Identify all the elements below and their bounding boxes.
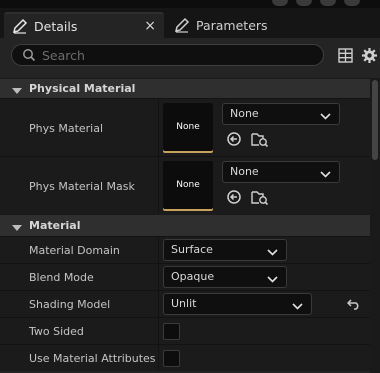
thumbnail-text: None <box>176 122 200 132</box>
chevron-down-icon <box>320 168 331 181</box>
search-icon <box>22 48 36 65</box>
table-view-icon[interactable] <box>338 48 353 66</box>
use-material-attributes-checkbox[interactable] <box>163 350 180 367</box>
property-row-two-sided: Two Sided <box>0 317 370 344</box>
column-divider <box>158 345 159 371</box>
use-selected-asset-icon[interactable] <box>226 189 242 208</box>
property-label: Material Domain <box>29 244 120 257</box>
chevron-down-icon <box>320 110 331 123</box>
pencil-icon <box>174 17 190 33</box>
column-divider <box>158 237 159 263</box>
chevron-down-icon <box>267 273 278 286</box>
asset-picker-value: None <box>230 107 259 120</box>
category-title: Material <box>29 219 81 232</box>
property-row-material-domain: Material Domain Surface <box>0 236 370 263</box>
column-divider <box>158 264 159 290</box>
use-selected-asset-icon[interactable] <box>226 131 242 150</box>
property-label: Blend Mode <box>29 271 94 284</box>
scrollbar-thumb[interactable] <box>372 80 378 160</box>
dropdown-value: Surface <box>171 243 213 256</box>
property-label: Use Material Attributes <box>29 352 156 365</box>
viewport-thumbnail <box>344 0 360 6</box>
property-row-blend-mode: Blend Mode Opaque <box>0 263 370 290</box>
tab-bar: Details × Parameters <box>0 8 380 38</box>
browse-asset-icon[interactable] <box>251 131 269 150</box>
pencil-icon <box>12 18 28 34</box>
property-label: Phys Material <box>29 122 104 135</box>
tab-parameters-label: Parameters <box>196 17 268 33</box>
caret-down-icon <box>12 85 22 98</box>
details-panel: Physical Material Phys Material None Non… <box>0 38 380 373</box>
property-row-phys-material-mask: Phys Material Mask None None <box>0 156 370 214</box>
phys-material-asset-picker[interactable]: None <box>222 103 340 125</box>
property-list: Physical Material Phys Material None Non… <box>0 78 370 371</box>
property-row-use-material-attributes: Use Material Attributes <box>0 344 370 371</box>
property-label: Phys Material Mask <box>29 180 135 193</box>
gear-icon[interactable] <box>361 47 378 67</box>
shading-model-dropdown[interactable]: Unlit <box>163 293 312 315</box>
chevron-down-icon <box>267 246 278 259</box>
search-row <box>0 38 380 72</box>
two-sided-checkbox[interactable] <box>163 323 180 340</box>
property-label: Two Sided <box>29 325 84 338</box>
category-title: Physical Material <box>29 82 136 95</box>
asset-thumbnail[interactable]: None <box>163 103 213 153</box>
column-divider <box>158 99 159 156</box>
viewport-thumbnail <box>296 0 312 6</box>
tab-details[interactable]: Details × <box>4 12 164 38</box>
asset-picker-value: None <box>230 165 259 178</box>
property-row-phys-material: Phys Material None None <box>0 98 370 156</box>
dropdown-value: Opaque <box>171 270 215 283</box>
scrollbar[interactable] <box>370 78 380 373</box>
category-material[interactable]: Material <box>0 214 370 236</box>
window-top-strip <box>0 0 380 8</box>
search-box[interactable] <box>11 44 324 66</box>
viewport-thumbnail <box>272 0 288 6</box>
tab-parameters[interactable]: Parameters <box>166 12 366 38</box>
search-input[interactable] <box>42 47 312 63</box>
browse-asset-icon[interactable] <box>251 189 269 208</box>
thumbnail-text: None <box>176 180 200 190</box>
asset-thumbnail[interactable]: None <box>163 161 213 211</box>
close-icon[interactable]: × <box>144 18 156 34</box>
property-row-shading-model: Shading Model Unlit <box>0 290 370 317</box>
category-physical-material[interactable]: Physical Material <box>0 78 370 98</box>
dropdown-value: Unlit <box>171 297 197 310</box>
tab-details-label: Details <box>34 18 78 34</box>
viewport-thumbnail <box>320 0 336 6</box>
phys-material-mask-asset-picker[interactable]: None <box>222 161 340 183</box>
reset-to-default-icon[interactable] <box>346 298 361 313</box>
column-divider <box>158 318 159 344</box>
property-label: Shading Model <box>29 298 111 311</box>
material-domain-dropdown[interactable]: Surface <box>163 239 287 261</box>
column-divider <box>158 291 159 317</box>
blend-mode-dropdown[interactable]: Opaque <box>163 266 287 288</box>
chevron-down-icon <box>292 300 303 313</box>
column-divider <box>158 157 159 214</box>
caret-down-icon <box>12 222 22 235</box>
